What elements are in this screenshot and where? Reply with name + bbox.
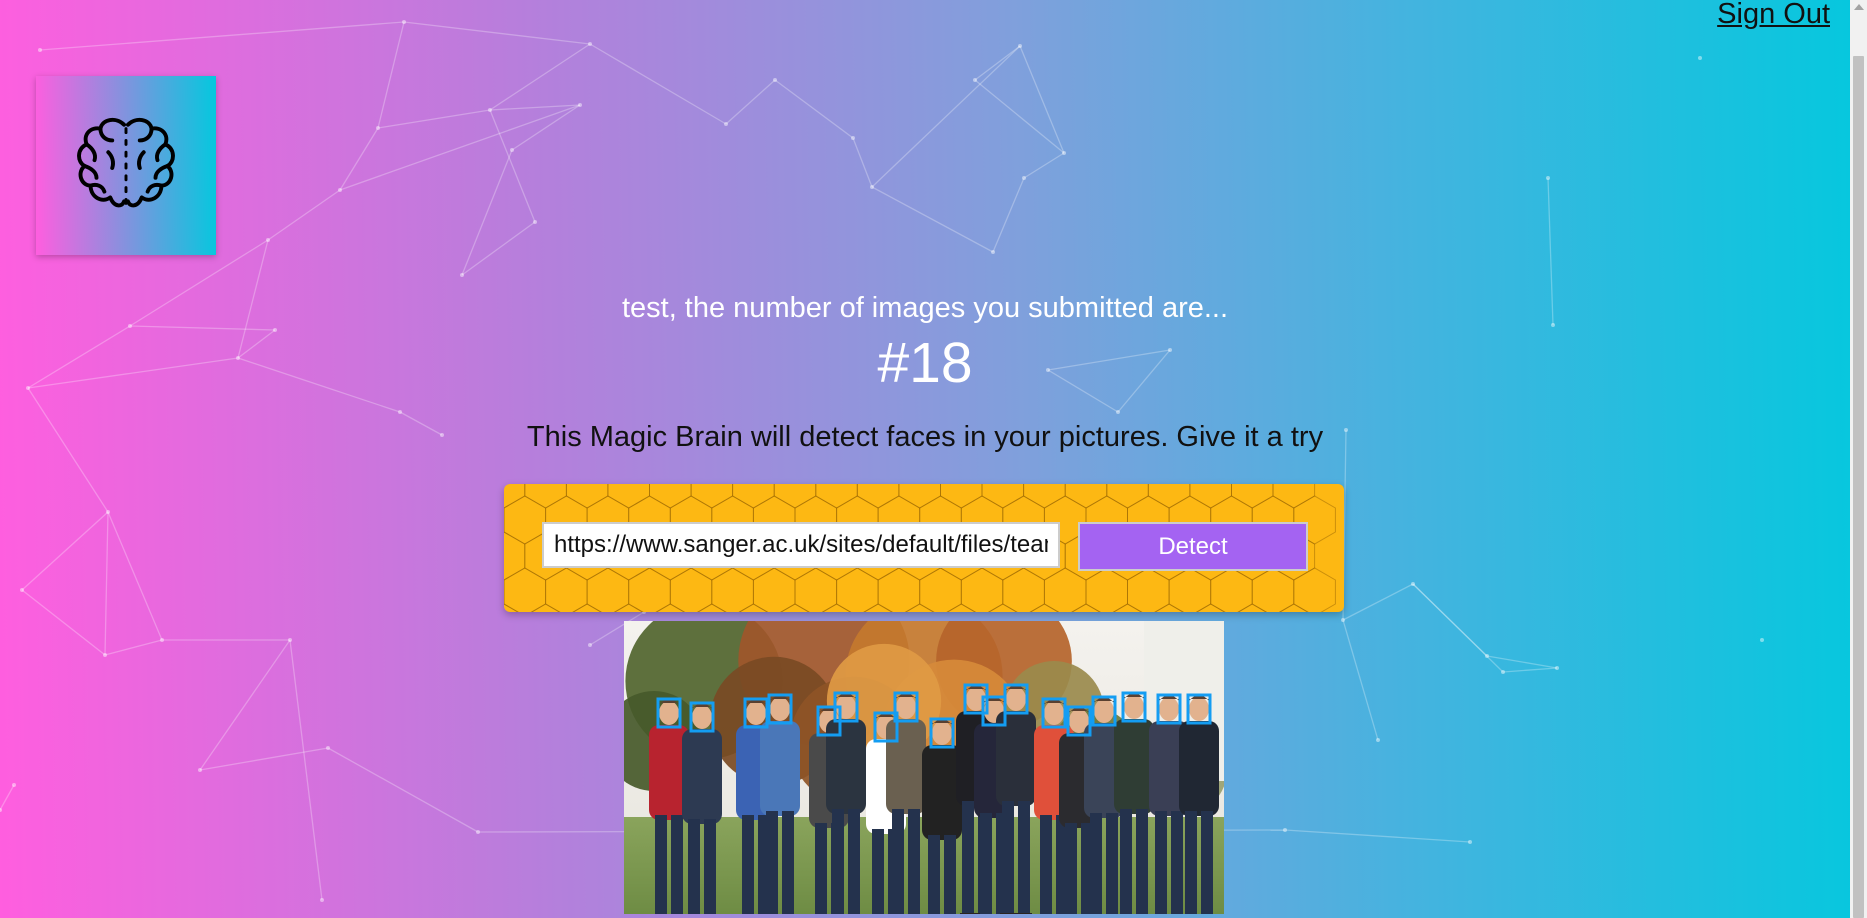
scroll-up-arrow-icon[interactable] [1854,4,1864,10]
detect-button[interactable]: Detect [1078,522,1308,571]
rank-welcome-text: test, the number of images you submitted… [621,292,1229,324]
page-scrollbar[interactable] [1850,0,1867,918]
brain-icon [77,117,175,207]
face-detection-result [624,621,1224,914]
group-photo [624,621,1224,914]
logo-tile[interactable] [36,76,216,255]
sign-out-link[interactable]: Sign Out [1717,0,1830,31]
image-link-form: Detect [504,484,1344,612]
scrollbar-thumb[interactable] [1853,56,1864,918]
rank-entries-count: #18 [877,331,973,395]
intro-tagline: This Magic Brain will detect faces in yo… [526,421,1324,453]
image-url-input[interactable] [542,522,1060,568]
